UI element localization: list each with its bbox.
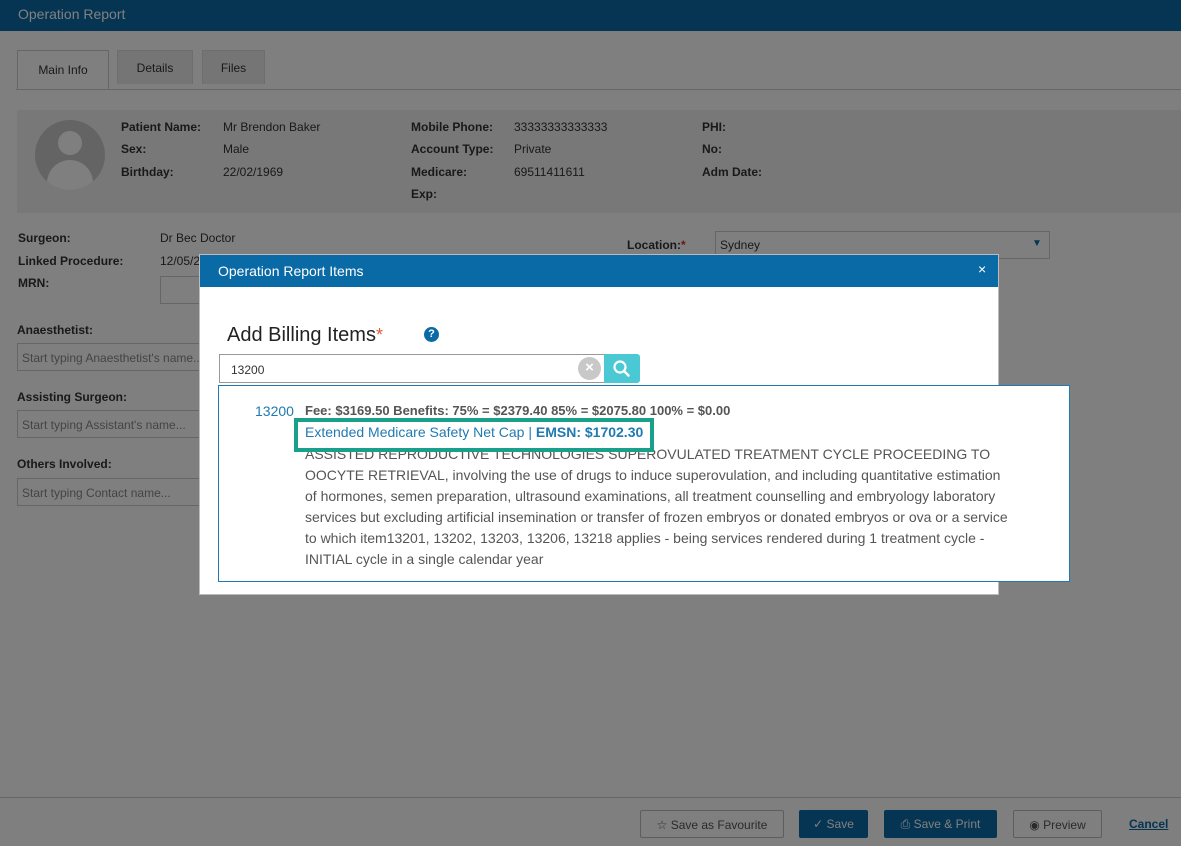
search-icon <box>613 360 630 377</box>
fee-line: Fee: $3169.50 Benefits: 75% = $2379.40 8… <box>305 403 731 418</box>
modal-header: Operation Report Items × <box>200 255 998 287</box>
add-billing-items-title: Add Billing Items* <box>227 324 383 346</box>
item-description: ASSISTED REPRODUCTIVE TECHNOLOGIES SUPER… <box>305 446 1008 567</box>
help-icon[interactable]: ? <box>424 327 439 342</box>
modal-title: Operation Report Items <box>218 263 364 279</box>
search-button[interactable] <box>604 354 640 383</box>
clear-icon[interactable]: × <box>578 357 601 380</box>
emsn-highlight: Extended Medicare Safety Net Cap | EMSN:… <box>294 418 654 452</box>
billing-search-input[interactable]: 13200 <box>219 354 606 383</box>
emsn-line[interactable]: Extended Medicare Safety Net Cap | EMSN:… <box>305 424 643 440</box>
item-code[interactable]: 13200 <box>255 403 294 419</box>
search-results-dropdown: 13200 Fee: $3169.50 Benefits: 75% = $237… <box>218 385 1070 582</box>
close-icon[interactable]: × <box>978 261 986 277</box>
